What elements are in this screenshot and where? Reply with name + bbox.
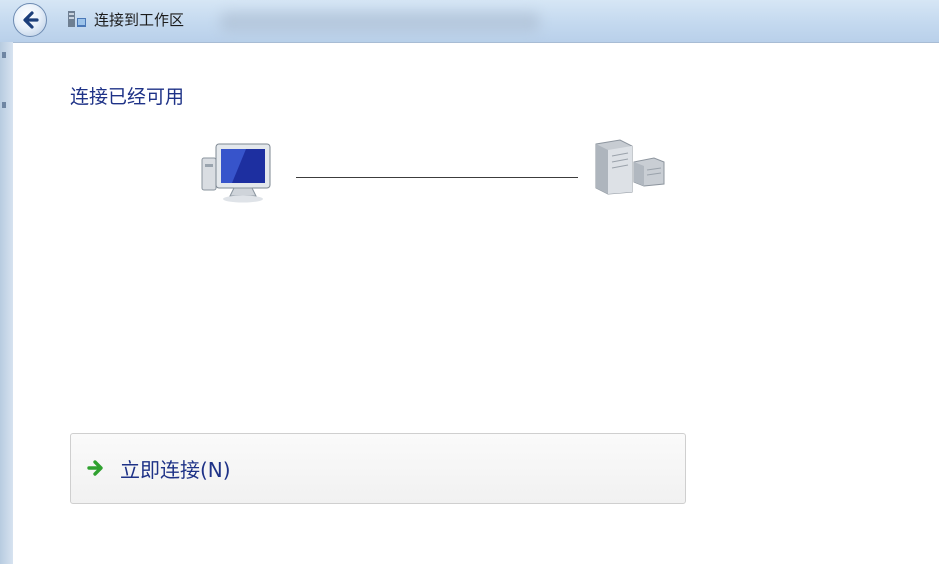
server-icon	[595, 139, 665, 195]
window-title: 连接到工作区	[94, 11, 185, 29]
window-title-bar: 连接到工作区	[0, 0, 939, 42]
frame-mark	[2, 102, 6, 108]
connect-now-option[interactable]: 立即连接(N)	[70, 433, 686, 504]
workplace-connection-icon	[68, 11, 86, 27]
page-heading: 连接已经可用	[70, 86, 185, 108]
back-button[interactable]	[13, 3, 47, 37]
left-window-frame	[0, 42, 13, 564]
frame-mark	[2, 52, 6, 58]
back-arrow-icon	[23, 11, 39, 29]
connect-now-label: 立即连接(N)	[120, 458, 231, 482]
blurred-region	[220, 12, 540, 32]
green-arrow-icon	[87, 460, 103, 476]
computer-icon	[201, 143, 271, 203]
connection-line	[296, 177, 578, 178]
